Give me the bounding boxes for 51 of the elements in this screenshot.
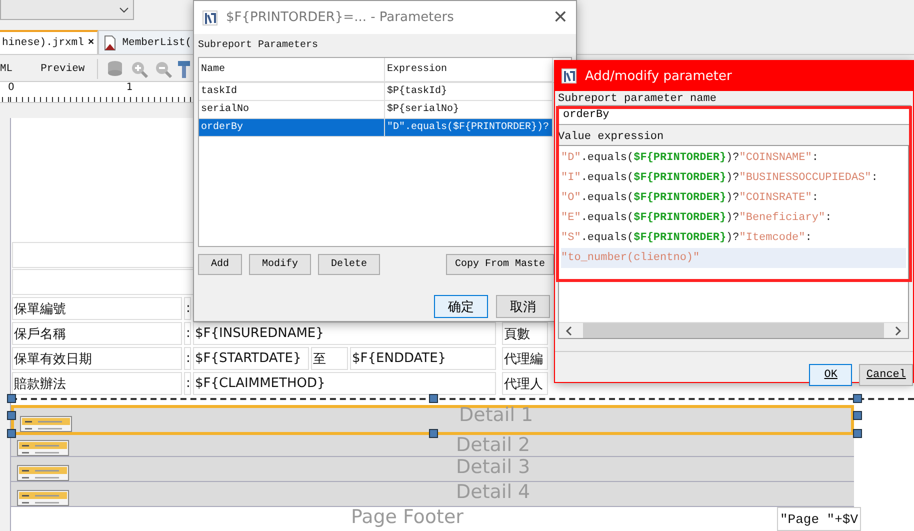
field-label: 代理編 xyxy=(502,347,548,370)
ok-button[interactable]: OK xyxy=(809,364,852,386)
field-label: 代理人 xyxy=(502,372,548,395)
band-label: Page Footer xyxy=(351,508,464,527)
band-label: Detail 1 xyxy=(459,406,534,425)
field-label: 保單編號 xyxy=(12,297,182,320)
table-cell[interactable]: "D".equals($F{PRINTORDER})? xyxy=(385,119,553,137)
field-expression: $F{CLAIMMETHOD} xyxy=(193,372,496,395)
table-cell[interactable]: $P{taskId} xyxy=(385,83,553,101)
window-title: Add/modify parameter xyxy=(585,68,732,84)
code-line: "I".equals($F{PRINTORDER})?"BUSINESSOCCUPIEDAS": xyxy=(561,171,879,186)
code-line: "D".equals($F{PRINTORDER})?"COINSNAME": xyxy=(561,151,820,166)
band-label: Detail 2 xyxy=(456,436,530,455)
text-field[interactable]: "Page "+$V xyxy=(777,507,862,531)
column-header[interactable]: Expression xyxy=(385,58,553,82)
close-icon[interactable]: ✕ xyxy=(552,7,568,28)
colon-label: : xyxy=(184,297,191,320)
action-button[interactable]: Delete xyxy=(318,254,380,275)
action-button[interactable]: Copy From Maste xyxy=(446,254,554,275)
column-header[interactable]: Name xyxy=(199,58,385,82)
field-label: 頁數 xyxy=(502,322,548,345)
editor-tab[interactable]: hinese).jrxml × xyxy=(0,30,98,54)
action-button[interactable]: Add xyxy=(198,254,242,275)
field-label: 保戶名稱 xyxy=(12,322,182,345)
cancel-button[interactable]: Cancel xyxy=(859,364,913,386)
field-label: 賠款辦法 xyxy=(12,372,182,395)
window-title: $F{PRINTORDER}=... - Parameters xyxy=(226,10,455,25)
code-line: "S".equals($F{PRINTORDER})?"Itemcode": xyxy=(561,231,813,246)
table-cell[interactable]: orderBy xyxy=(199,119,385,137)
code-line: "E".equals($F{PRINTORDER})?"Beneficiary": xyxy=(561,211,833,226)
field-label: Subreport parameter name xyxy=(557,92,718,105)
field-expression: 至 xyxy=(311,347,348,370)
band-label: Detail 4 xyxy=(456,483,530,502)
editor-tab[interactable]: MemberList( xyxy=(98,30,196,54)
colon-label: : xyxy=(184,372,191,395)
section-title: Subreport Parameters xyxy=(197,38,320,53)
field-label: Value expression xyxy=(557,130,665,143)
cancel-button[interactable]: 取消 xyxy=(496,295,550,318)
view-tab[interactable]: ML xyxy=(0,63,17,75)
code-line: "O".equals($F{PRINTORDER})?"COINSRATE": xyxy=(561,191,820,206)
colon-label: : xyxy=(184,322,191,345)
table-cell[interactable]: taskId xyxy=(199,83,385,101)
field-label: 保單有效日期 xyxy=(12,347,182,370)
band-label: Detail 3 xyxy=(456,458,530,477)
colon-label: : xyxy=(184,347,191,370)
field-expression: $F{ENDDATE} xyxy=(350,347,496,370)
view-tab[interactable]: Preview xyxy=(40,63,89,75)
field-expression: $F{STARTDATE} xyxy=(193,347,309,370)
field-expression: $F{INSUREDNAME} xyxy=(193,322,496,345)
ok-button[interactable]: 确定 xyxy=(434,295,488,318)
action-button[interactable]: Modify xyxy=(249,254,312,275)
